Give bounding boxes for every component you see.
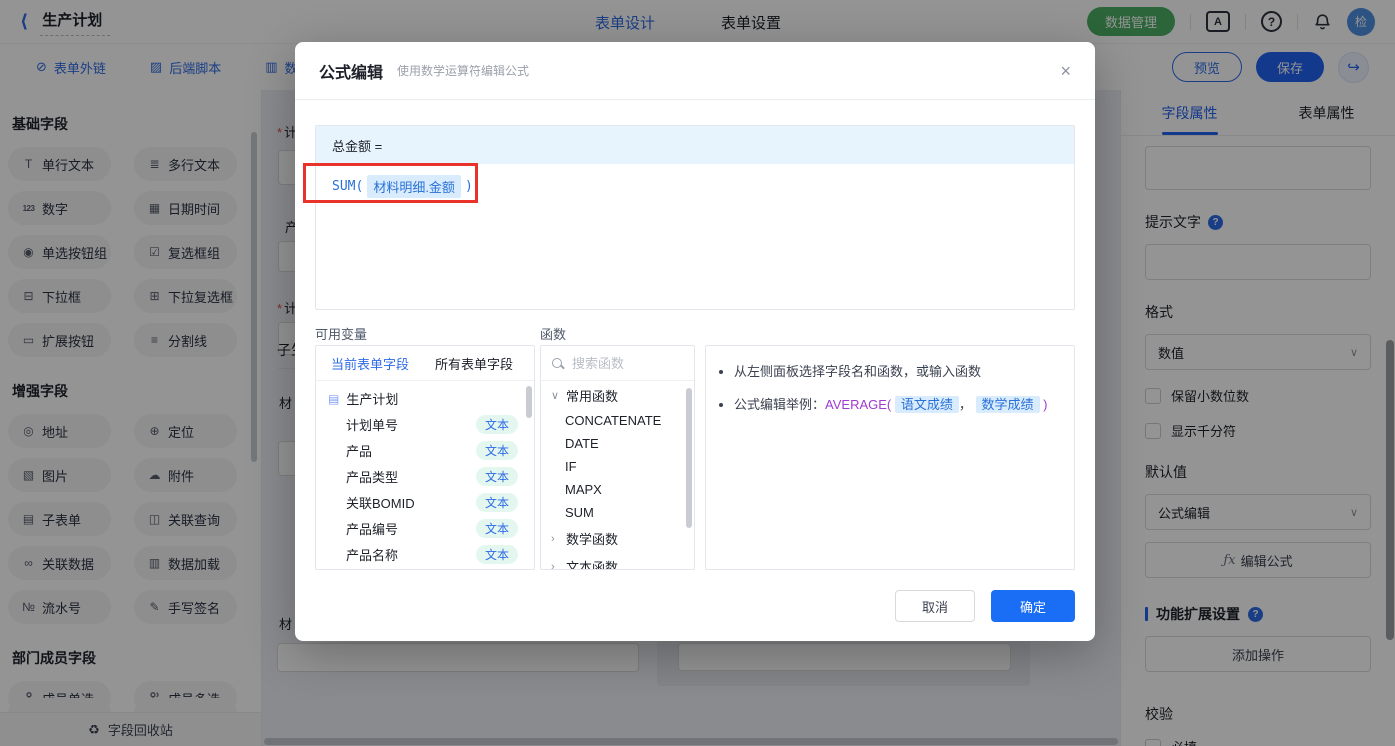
function-search [541,346,694,381]
tab-all-form-fields[interactable]: 所有表单字段 [435,354,513,373]
variables-tabs: 当前表单字段 所有表单字段 [316,346,534,381]
example-paren: ) [1043,397,1048,412]
modal-subtitle: 使用数学运算符编辑公式 [397,64,530,78]
group-label: 数学函数 [566,532,619,547]
chevron-down-icon: ∨ [551,390,560,402]
variable-name: 计划单号 [346,417,399,433]
function-item-concatenate[interactable]: CONCATENATE [541,409,694,432]
type-badge: 文本 [475,518,518,538]
modal-header: 公式编辑 使用数学运算符编辑公式 × [295,42,1095,100]
example-field-chip: 数学成绩 [975,396,1040,413]
functions-label: 函数 [540,327,567,342]
modal-footer: 取消 确定 [895,590,1075,622]
function-item-sum[interactable]: SUM [541,501,694,524]
example-function: AVERAGE( [825,397,892,412]
function-group-common[interactable]: ∨ 常用函数 [541,381,694,409]
variable-row[interactable]: 产品名称 文本 [316,541,534,567]
type-badge: 文本 [475,466,518,486]
type-badge: 文本 [475,414,518,434]
formula-paren: ) [464,179,473,194]
variable-tree-root[interactable]: ▤ 生产计划 [316,381,534,411]
type-badge: 文本 [475,544,518,564]
formula-target: 总金额 = [316,126,1074,164]
modal-title: 公式编辑 [319,64,384,82]
formula-field-chip[interactable]: 材料明细.金额 [367,175,461,198]
close-icon[interactable]: × [1060,62,1071,80]
cancel-button[interactable]: 取消 [895,590,975,622]
variable-name: 产品类型 [346,469,399,485]
variables-label: 可用变量 [315,327,368,342]
variable-name: 产品 [346,443,373,459]
variable-row[interactable]: 产品编号 文本 [316,515,534,541]
form-designer-app: ⟨ 生产计划 表单设计 表单设置 数据管理 A ? 检 ⊘ 表单外链 ▨ 后端脚… [0,0,1395,746]
confirm-button[interactable]: 确定 [991,590,1075,622]
type-badge: 文本 [475,440,518,460]
variable-row[interactable]: 产品 文本 [316,437,534,463]
variable-name: 关联BOMID [346,495,415,511]
tips-panel: 从左侧面板选择字段名和函数，或输入函数 公式编辑举例：AVERAGE( 语文成绩… [705,345,1075,570]
function-item-date[interactable]: DATE [541,432,694,455]
formula-edit-modal: 公式编辑 使用数学运算符编辑公式 × 总金额 = SUM( 材料明细.金额 ) … [295,42,1095,641]
function-item-if[interactable]: IF [541,455,694,478]
document-icon: ▤ [328,391,340,406]
tip-example: 公式编辑举例：AVERAGE( 语文成绩， 数学成绩 ) [734,395,1066,415]
variable-row[interactable]: 计划单号 文本 [316,411,534,437]
function-search-input[interactable] [570,354,670,372]
group-label: 常用函数 [566,389,619,404]
function-group-math[interactable]: › 数学函数 [541,524,694,552]
variable-row[interactable]: 产品类型 文本 [316,463,534,489]
chevron-right-icon: › [551,532,555,545]
variable-name: 产品名称 [346,547,399,563]
formula-editor[interactable]: 总金额 = SUM( 材料明细.金额 ) [315,125,1075,310]
search-icon [552,358,562,368]
variables-scrollbar[interactable] [526,386,532,418]
functions-scrollbar[interactable] [686,388,692,528]
example-field-chip: 语文成绩 [894,396,959,413]
type-badge: 文本 [475,492,518,512]
function-group-text[interactable]: › 文本函数 [541,552,694,570]
tip-line: 从左侧面板选择字段名和函数，或输入函数 [734,362,1066,382]
functions-panel: ∨ 常用函数 CONCATENATE DATE IF MAPX SUM › 数学… [540,345,695,570]
variables-panel: 当前表单字段 所有表单字段 ▤ 生产计划 计划单号 文本 产品 文本 产品类型 文本 … [315,345,535,570]
function-item-mapx[interactable]: MAPX [541,478,694,501]
variable-row[interactable]: 关联BOMID 文本 [316,489,534,515]
root-label: 生产计划 [346,392,399,407]
variable-name: 产品编号 [346,521,399,537]
formula-expression[interactable]: SUM( 材料明细.金额 ) [316,164,1074,209]
chevron-right-icon: › [551,560,555,570]
formula-function: SUM( [332,179,364,194]
tab-current-form-fields[interactable]: 当前表单字段 [331,354,409,373]
group-label: 文本函数 [566,560,619,570]
